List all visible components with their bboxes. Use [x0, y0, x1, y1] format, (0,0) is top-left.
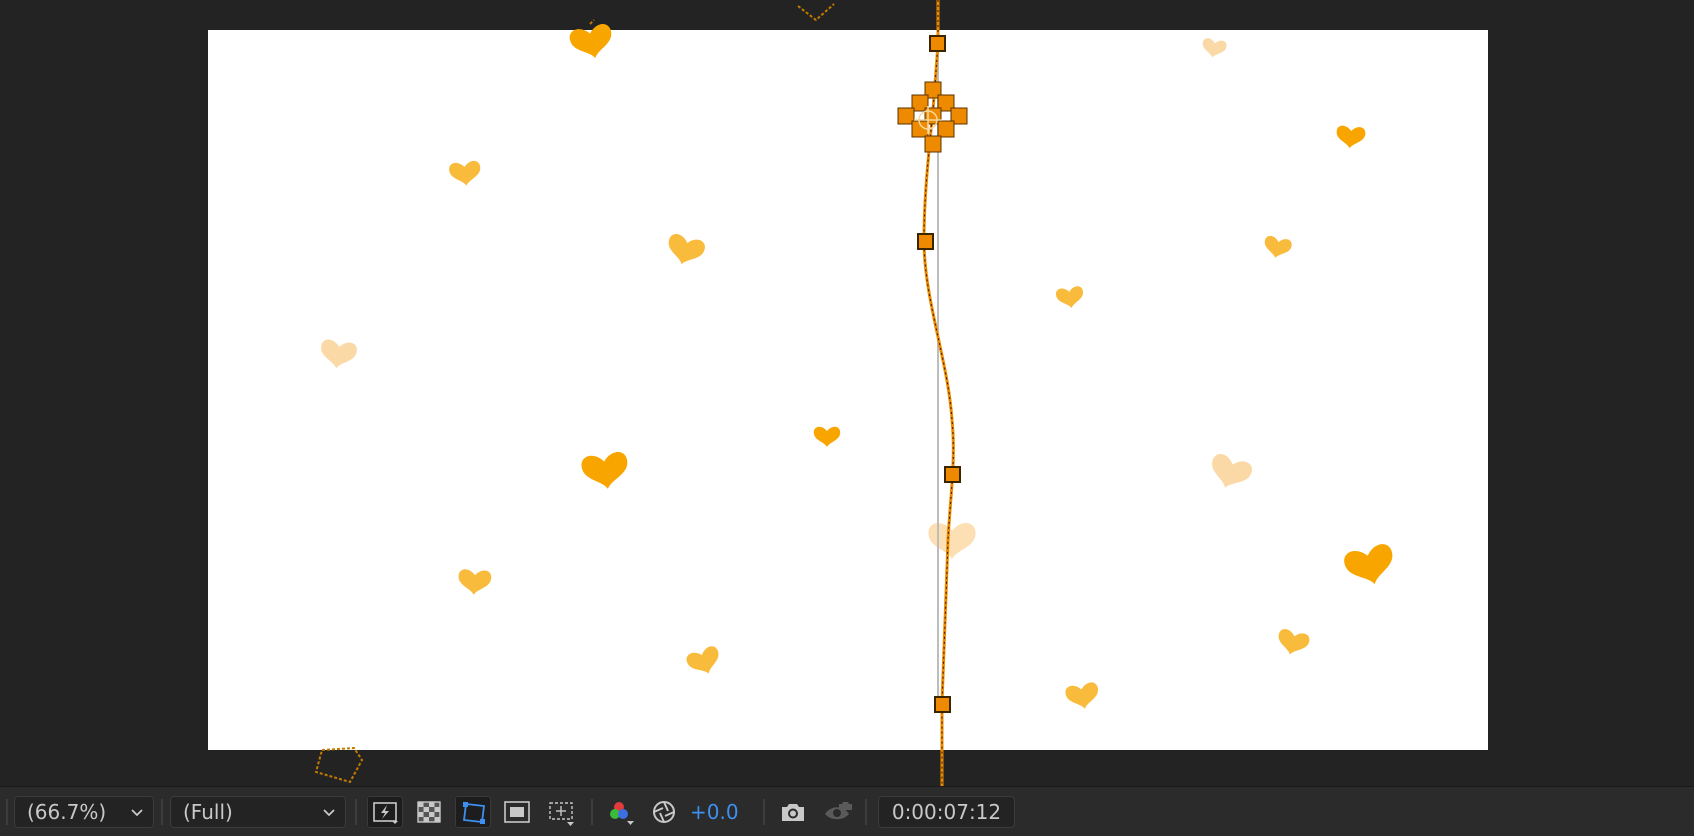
heart-icon[interactable] [1205, 451, 1255, 495]
heart-icon[interactable] [457, 568, 492, 597]
heart-icon[interactable] [663, 232, 707, 270]
region-of-interest-button[interactable] [499, 796, 535, 828]
chevron-down-icon [131, 809, 143, 817]
heart-icon[interactable] [1055, 285, 1086, 310]
color-channels-button[interactable] [603, 796, 639, 828]
resolution-value: (Full) [183, 800, 233, 824]
transparency-grid-button[interactable] [411, 796, 447, 828]
heart-icon[interactable] [813, 426, 841, 447]
toolbar-separator [161, 799, 163, 825]
heart-icon[interactable] [684, 644, 725, 680]
keyframe-marker[interactable] [929, 35, 946, 52]
show-snapshot-icon [825, 802, 852, 820]
snapshot-button[interactable] [775, 796, 811, 828]
canvas-overlay [314, 0, 1399, 786]
toolbar-separator [865, 799, 867, 825]
region-of-interest-icon [504, 801, 530, 823]
reset-exposure-button[interactable] [647, 796, 683, 828]
keyframe-marker[interactable] [917, 233, 934, 250]
viewer-toolbar: (66.7%) (Full) +0.0 0:00:07:12 [0, 786, 1694, 836]
heart-icon[interactable] [1200, 37, 1228, 60]
resolution-dropdown[interactable]: (Full) [170, 796, 346, 828]
target-region-button[interactable] [543, 796, 579, 828]
reset-exposure-icon [653, 801, 675, 823]
heart-icon[interactable] [1274, 627, 1311, 659]
heart-icon[interactable] [318, 338, 358, 371]
exposure-value[interactable]: +0.0 [690, 796, 739, 828]
toolbar-separator [763, 799, 765, 825]
heart-icon[interactable] [580, 450, 631, 493]
heart-icon[interactable] [1064, 681, 1102, 712]
heart-icon[interactable] [1335, 125, 1366, 150]
mask-path-visibility-button[interactable] [455, 796, 491, 828]
heart-icon[interactable] [448, 160, 483, 188]
heart-icon[interactable] [1261, 234, 1293, 261]
heart-icon[interactable] [928, 523, 976, 560]
target-region-icon [549, 802, 574, 826]
fast-previews-icon [373, 802, 398, 824]
heart-icon[interactable] [568, 22, 616, 63]
toolbar-separator [355, 799, 357, 825]
magnification-dropdown[interactable]: (66.7%) [14, 796, 154, 828]
snapshot-icon [782, 804, 804, 821]
chevron-down-icon [323, 809, 335, 817]
keyframe-marker[interactable] [944, 466, 961, 483]
transparency-grid-icon [417, 801, 441, 823]
magnification-value: (66.7%) [27, 800, 107, 824]
toolbar-separator [591, 799, 593, 825]
current-time-display[interactable]: 0:00:07:12 [878, 796, 1015, 828]
selected-layer-handles[interactable] [897, 81, 968, 153]
composition-viewer[interactable] [0, 0, 1694, 786]
keyframe-marker[interactable] [934, 696, 951, 713]
mask-path-visibility-icon [462, 802, 486, 824]
show-snapshot-button[interactable] [819, 796, 855, 828]
toolbar-separator [6, 799, 8, 825]
heart-shapes [318, 22, 1399, 712]
heart-icon[interactable] [1342, 542, 1399, 591]
color-channels-icon [610, 802, 634, 825]
offscreen-layer-outlines [314, 3, 835, 784]
fast-previews-button[interactable] [367, 796, 403, 828]
